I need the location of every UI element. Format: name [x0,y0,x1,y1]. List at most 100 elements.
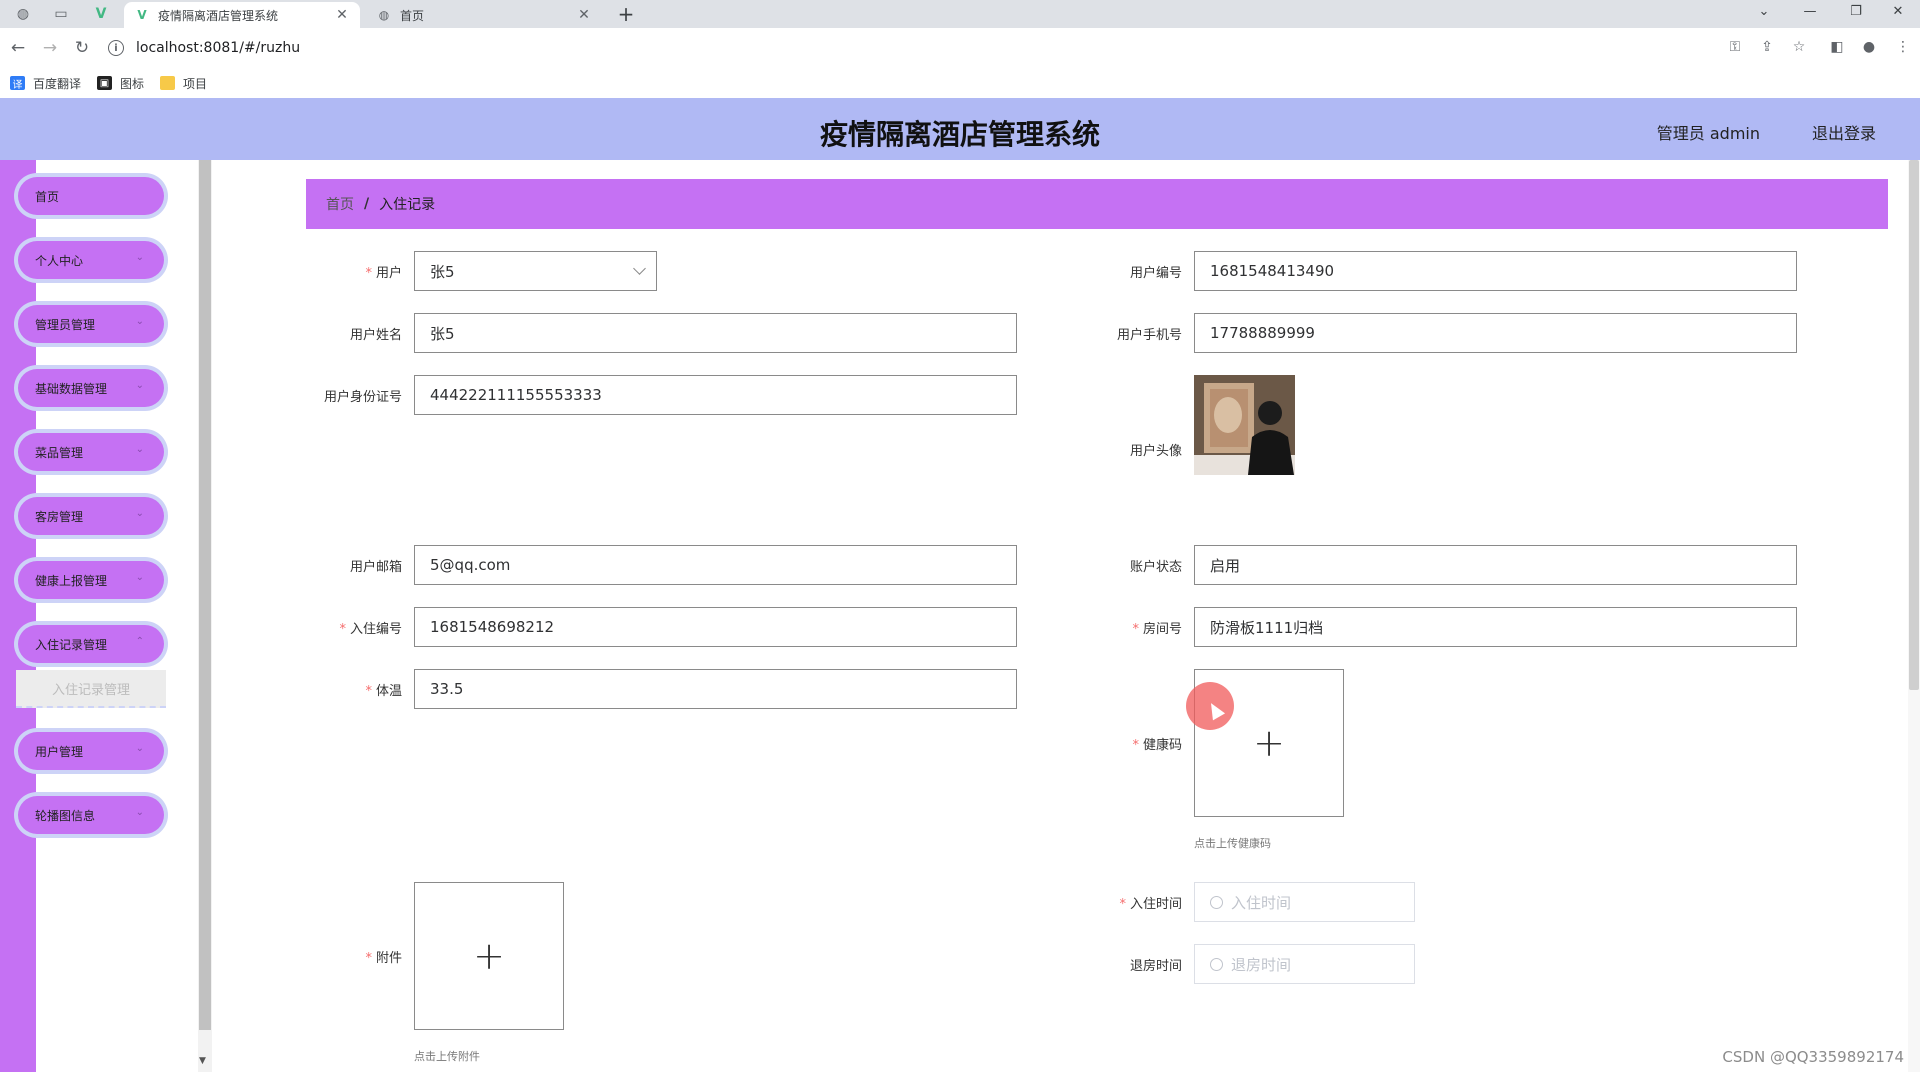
placeholder-text: 退房时间 [1231,955,1292,974]
tab-close-icon[interactable]: ✕ [334,7,350,23]
sidebar-item-profile[interactable]: 个人中心 ⌄ [18,241,164,279]
sidebar-accent-strip [0,160,36,1072]
share-icon[interactable]: ⇪ [1756,36,1778,58]
chevron-down-icon: ⌄ [135,743,144,754]
url-field[interactable]: i localhost:8081/#/ruzhu [108,35,1728,61]
site-info-icon[interactable]: i [108,40,124,56]
new-tab-icon[interactable]: + [614,2,638,26]
tab-active[interactable]: V 疫情隔离酒店管理系统 ✕ [124,2,360,28]
field-value: 1681548413490 [1210,262,1335,280]
logout-link[interactable]: 退出登录 [1812,120,1876,144]
page-scrollbar-thumb[interactable] [1909,160,1919,690]
chevron-down-icon: ⌄ [135,316,144,327]
pinned-tab-blank-icon[interactable]: ▭ [46,3,76,25]
label-text: 入住时间 [1129,897,1182,912]
profile-avatar-icon[interactable]: ● [1858,36,1880,58]
browser-menu-icon[interactable]: ⋮ [1892,36,1914,58]
pinned-tab-globe-icon[interactable]: ◍ [8,3,38,25]
sidebar-item-checkin[interactable]: 入住记录管理 ⌃ [18,625,164,663]
attachment-label: * 附件 [202,947,402,966]
tab-home[interactable]: ◍ 首页 ✕ [366,2,602,28]
label-text: 附件 [375,951,402,966]
account-status-field[interactable]: 启用 [1194,545,1797,585]
restore-icon[interactable]: ❐ [1834,0,1878,22]
password-key-icon[interactable]: ⚿ [1724,36,1746,58]
required-mark: * [1132,622,1139,637]
sidebar-item-label: 用户管理 [35,744,84,759]
clock-icon [1210,957,1223,971]
globe-favicon-icon: ◍ [378,8,390,22]
breadcrumb-home[interactable]: 首页 [326,194,354,214]
sidebar-item-label: 管理员管理 [35,317,96,332]
attachment-upload[interactable]: + [414,882,564,1030]
sidebar-item-health[interactable]: 健康上报管理 ⌄ [18,561,164,599]
sidebar-item-label: 基础数据管理 [35,381,108,396]
bookmark-label: 百度翻译 [33,76,82,91]
user-select[interactable]: 张5 [414,251,657,291]
sidebar-item-rooms[interactable]: 客房管理 ⌄ [18,497,164,535]
back-icon[interactable]: ← [6,36,30,60]
user-label: * 用户 [202,262,402,281]
checkin-no-label: * 入住编号 [202,618,402,637]
select-value: 张5 [430,262,455,281]
tab-title: 疫情隔离酒店管理系统 [158,8,279,23]
chevron-down-icon: ⌄ [135,572,144,583]
close-window-icon[interactable]: ✕ [1876,0,1920,22]
field-value: 启用 [1210,556,1241,575]
avatar-photo [1194,375,1295,475]
field-value: 17788889999 [1210,324,1315,342]
sidebar-item-label: 健康上报管理 [35,573,108,588]
field-value: 444222111155553333 [430,386,602,404]
breadcrumb-separator: / [364,196,370,212]
admin-label: 管理员 admin [1656,124,1760,143]
sidebar-scroll-down-icon[interactable]: ▼ [199,1056,206,1066]
sidebar-scrollbar-thumb[interactable] [199,160,211,1030]
room-no-field[interactable]: 防滑板1111归档 [1194,607,1797,647]
folder-icon [160,76,176,90]
required-mark: * [365,266,372,281]
chevron-down-icon [633,262,646,275]
bookmark-icons[interactable]: ▣ 图标 [97,75,144,92]
side-panel-icon[interactable]: ◧ [1826,36,1848,58]
clock-icon [1210,895,1223,909]
sidebar-subitem-checkin-records[interactable]: 入住记录管理 [16,670,166,708]
user-name-field[interactable]: 张5 [414,313,1017,353]
reload-icon[interactable]: ↻ [70,36,94,60]
required-mark: * [1119,897,1126,912]
bookmark-star-icon[interactable]: ☆ [1788,36,1810,58]
minimize-icon[interactable]: — [1788,0,1832,22]
chevron-down-icon: ⌄ [135,252,144,263]
checkin-no-field[interactable]: 1681548698212 [414,607,1017,647]
bookmark-label: 项目 [183,76,208,91]
sidebar-item-home[interactable]: 首页 [18,177,164,215]
bookmark-project[interactable]: 项目 [160,75,207,92]
field-value: 张5 [430,324,455,343]
address-bar-row: ← → ↻ i localhost:8081/#/ruzhu [0,28,1920,68]
health-code-hint: 点击上传健康码 [1194,837,1271,850]
user-id-card-field[interactable]: 444222111155553333 [414,375,1017,415]
tab-search-chevron-icon[interactable]: ⌄ [1742,0,1786,22]
health-code-label: * 健康码 [982,734,1182,753]
sidebar-item-dishes[interactable]: 菜品管理 ⌄ [18,433,164,471]
temperature-field[interactable]: 33.5 [414,669,1017,709]
user-phone-field[interactable]: 17788889999 [1194,313,1797,353]
checkout-time-picker[interactable]: 退房时间 [1194,944,1415,984]
watermark: CSDN @QQ3359892174 [1722,1048,1904,1066]
chevron-down-icon: ⌄ [135,380,144,391]
sidebar-item-admins[interactable]: 管理员管理 ⌄ [18,305,164,343]
sidebar-item-users[interactable]: 用户管理 ⌄ [18,732,164,770]
sidebar-item-base-data[interactable]: 基础数据管理 ⌄ [18,369,164,407]
sidebar-item-label: 个人中心 [35,253,84,268]
tab-close-icon[interactable]: ✕ [576,7,592,23]
placeholder-text: 入住时间 [1231,893,1292,912]
checkin-time-picker[interactable]: 入住时间 [1194,882,1415,922]
sidebar-item-carousel[interactable]: 轮播图信息 ⌄ [18,796,164,834]
field-value: 1681548698212 [430,618,555,636]
bookmark-translate[interactable]: 译 百度翻译 [10,75,81,92]
sidebar-item-label: 首页 [35,189,60,204]
label-text: 健康码 [1142,738,1182,753]
user-email-field[interactable]: 5@qq.com [414,545,1017,585]
user-no-field[interactable]: 1681548413490 [1194,251,1797,291]
forward-icon[interactable]: → [38,36,62,60]
pinned-tab-vue-icon[interactable]: V [86,3,116,25]
